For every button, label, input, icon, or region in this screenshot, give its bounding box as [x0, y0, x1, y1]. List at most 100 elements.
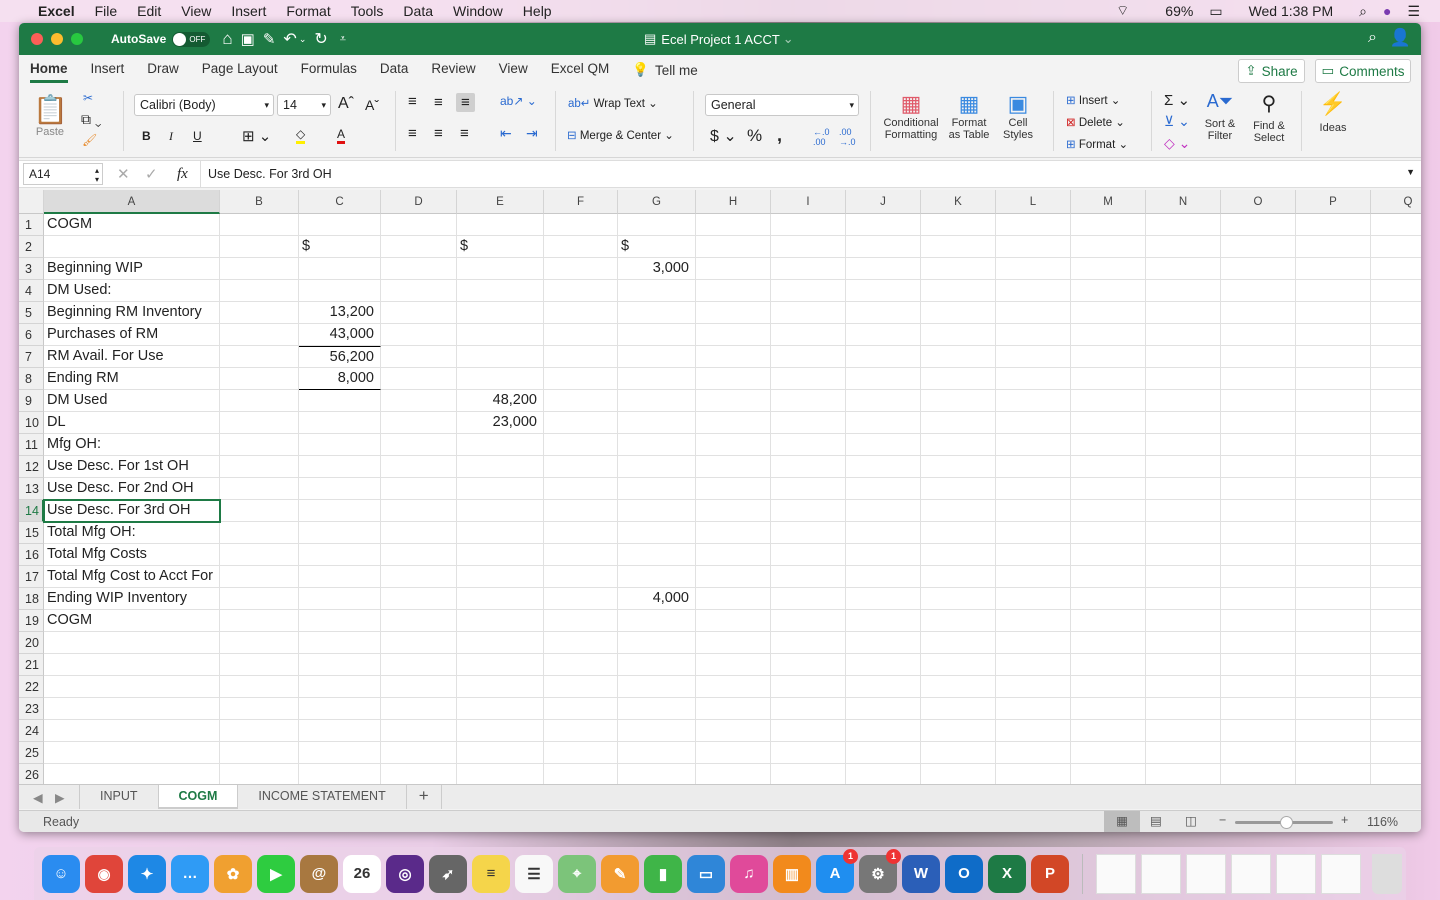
trash-icon[interactable]: [1372, 853, 1402, 894]
cell-B22[interactable]: [220, 676, 299, 698]
cell-E13[interactable]: [457, 478, 544, 500]
cell-E3[interactable]: [457, 258, 544, 280]
cell-K23[interactable]: [921, 698, 996, 720]
cell-J7[interactable]: [846, 346, 921, 368]
delete-cells-button[interactable]: ⊠ Delete ⌄: [1066, 115, 1125, 129]
cell-P21[interactable]: [1296, 654, 1371, 676]
cell-J5[interactable]: [846, 302, 921, 324]
share-person-icon[interactable]: 👤: [1390, 28, 1411, 48]
tab-view[interactable]: View: [499, 57, 528, 83]
cell-C14[interactable]: [299, 500, 381, 522]
cell-P7[interactable]: [1296, 346, 1371, 368]
cell-N26[interactable]: [1146, 764, 1221, 784]
cell-L15[interactable]: [996, 522, 1071, 544]
cell-L4[interactable]: [996, 280, 1071, 302]
cell-C22[interactable]: [299, 676, 381, 698]
cell-F3[interactable]: [544, 258, 618, 280]
cell-G17[interactable]: [618, 566, 696, 588]
italic-button[interactable]: I: [169, 129, 173, 144]
save-icon[interactable]: ▣: [241, 30, 255, 48]
cell-G24[interactable]: [618, 720, 696, 742]
cell-G7[interactable]: [618, 346, 696, 368]
cell-A13[interactable]: Use Desc. For 2nd OH: [44, 478, 220, 500]
cell-D2[interactable]: [381, 236, 457, 258]
cell-M25[interactable]: [1071, 742, 1146, 764]
cell-B2[interactable]: [220, 236, 299, 258]
cell-P8[interactable]: [1296, 368, 1371, 390]
cell-H11[interactable]: [696, 434, 771, 456]
cell-C20[interactable]: [299, 632, 381, 654]
cell-M5[interactable]: [1071, 302, 1146, 324]
cell-A10[interactable]: DL: [44, 412, 220, 434]
align-left-icon[interactable]: ≡: [408, 125, 417, 142]
cell-L20[interactable]: [996, 632, 1071, 654]
cell-H26[interactable]: [696, 764, 771, 784]
cell-M11[interactable]: [1071, 434, 1146, 456]
cell-G9[interactable]: [618, 390, 696, 412]
cell-P10[interactable]: [1296, 412, 1371, 434]
cell-E25[interactable]: [457, 742, 544, 764]
cell-L9[interactable]: [996, 390, 1071, 412]
cell-N1[interactable]: [1146, 214, 1221, 236]
cell-K7[interactable]: [921, 346, 996, 368]
cell-K16[interactable]: [921, 544, 996, 566]
menu-data[interactable]: Data: [403, 3, 433, 19]
minimized-window-thumbnail[interactable]: [1096, 853, 1136, 894]
menu-view[interactable]: View: [181, 3, 211, 19]
increase-font-icon[interactable]: Aˆ: [338, 95, 354, 113]
cell-P15[interactable]: [1296, 522, 1371, 544]
cell-A9[interactable]: DM Used: [44, 390, 220, 412]
cell-P13[interactable]: [1296, 478, 1371, 500]
notification-center-icon[interactable]: ☰: [1407, 3, 1420, 20]
cell-B18[interactable]: [220, 588, 299, 610]
cell-H15[interactable]: [696, 522, 771, 544]
cell-F19[interactable]: [544, 610, 618, 632]
cell-G8[interactable]: [618, 368, 696, 390]
row-header-22[interactable]: 22: [19, 676, 44, 698]
cell-F16[interactable]: [544, 544, 618, 566]
photos-icon[interactable]: ✿: [214, 854, 252, 893]
cell-C6[interactable]: 43,000: [299, 324, 381, 346]
cell-E26[interactable]: [457, 764, 544, 784]
cell-P20[interactable]: [1296, 632, 1371, 654]
cell-A15[interactable]: Total Mfg OH:: [44, 522, 220, 544]
cell-G11[interactable]: [618, 434, 696, 456]
cell-M15[interactable]: [1071, 522, 1146, 544]
cell-E19[interactable]: [457, 610, 544, 632]
cell-G20[interactable]: [618, 632, 696, 654]
cell-A20[interactable]: [44, 632, 220, 654]
cell-L2[interactable]: [996, 236, 1071, 258]
cell-O14[interactable]: [1221, 500, 1296, 522]
cell-L17[interactable]: [996, 566, 1071, 588]
cell-P26[interactable]: [1296, 764, 1371, 784]
column-header-E[interactable]: E: [457, 190, 544, 214]
cell-E6[interactable]: [457, 324, 544, 346]
currency-icon[interactable]: $ ⌄: [710, 126, 737, 146]
cell-P9[interactable]: [1296, 390, 1371, 412]
minimized-window-thumbnail[interactable]: [1186, 853, 1226, 894]
cell-G4[interactable]: [618, 280, 696, 302]
minimized-window-thumbnail[interactable]: [1321, 853, 1361, 894]
cell-J16[interactable]: [846, 544, 921, 566]
cell-B17[interactable]: [220, 566, 299, 588]
cell-K20[interactable]: [921, 632, 996, 654]
cell-B14[interactable]: [220, 500, 299, 522]
siri-icon[interactable]: ●: [1383, 3, 1391, 19]
cell-D21[interactable]: [381, 654, 457, 676]
cell-E8[interactable]: [457, 368, 544, 390]
cell-E12[interactable]: [457, 456, 544, 478]
column-header-B[interactable]: B: [220, 190, 299, 214]
tell-me-search[interactable]: Tell me: [655, 63, 698, 78]
cell-L10[interactable]: [996, 412, 1071, 434]
row-header-1[interactable]: 1: [19, 214, 44, 236]
cell-L22[interactable]: [996, 676, 1071, 698]
app-store-icon[interactable]: A1: [816, 848, 858, 893]
cell-H18[interactable]: [696, 588, 771, 610]
row-header-18[interactable]: 18: [19, 588, 44, 610]
cell-L7[interactable]: [996, 346, 1071, 368]
cell-M2[interactable]: [1071, 236, 1146, 258]
cell-I10[interactable]: [771, 412, 846, 434]
undo-icon[interactable]: ↶: [283, 29, 296, 49]
cell-L13[interactable]: [996, 478, 1071, 500]
cell-J13[interactable]: [846, 478, 921, 500]
